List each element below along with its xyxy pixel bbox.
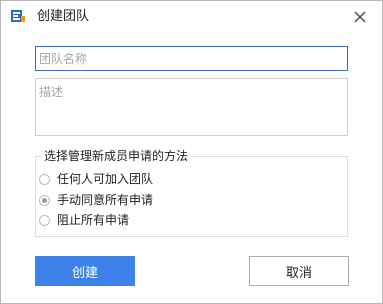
description-textarea[interactable]: [35, 78, 348, 136]
team-name-input[interactable]: [35, 46, 348, 71]
create-button[interactable]: 创建: [35, 256, 135, 286]
dialog-title: 创建团队: [37, 9, 90, 24]
radio-label: 任何人可加入团队: [57, 172, 154, 186]
radio-label: 阻止所有申请: [57, 213, 130, 227]
title-bar: 创建团队: [1, 1, 382, 33]
radio-label: 手动同意所有申请: [57, 193, 154, 207]
radio-option-manual-approve[interactable]: 手动同意所有申请: [39, 192, 153, 208]
team-app-icon: [11, 10, 25, 22]
radio-button-selected[interactable]: [39, 194, 50, 206]
create-team-dialog: 创建团队 选择管理新成员申请的方法 任何人可加入团队 手动同意所有申请 阻止所有…: [0, 0, 383, 304]
radio-option-anyone-join[interactable]: 任何人可加入团队: [39, 171, 153, 187]
radio-button[interactable]: [39, 214, 50, 226]
close-icon[interactable]: [350, 7, 370, 27]
cancel-button[interactable]: 取消: [249, 256, 349, 286]
radio-button[interactable]: [39, 173, 50, 185]
join-method-legend: 选择管理新成员申请的方法: [41, 149, 192, 163]
radio-option-block-all[interactable]: 阻止所有申请: [39, 212, 129, 228]
